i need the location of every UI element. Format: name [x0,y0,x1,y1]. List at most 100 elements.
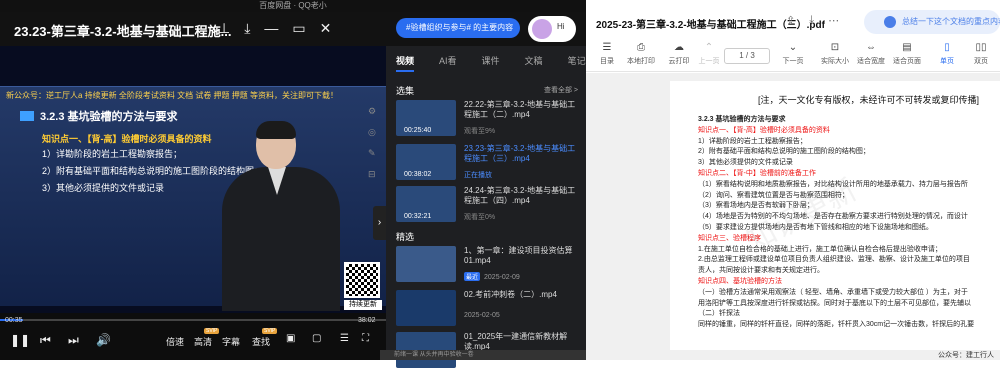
fit-page-button[interactable]: ▤ 适合页面 [890,42,924,66]
slide-point: 知识点一、【背-高】验槽时必须具备的资料 [42,134,212,144]
search-button[interactable]: 查找 [252,335,270,348]
actual-size-button[interactable]: ⊡ 实际大小 [818,42,852,66]
featured-item[interactable]: 02.考前冲刺卷（二）.mp4 2025-02-05 [396,290,582,332]
pdf-line: 用洛阳铲等工具按深度进行钎探或钻探。同时对于基底以下的土层不可见部位，要先辅以 [698,299,971,307]
svip-badge: SVIP [262,328,278,334]
pdf-line: 知识点一、【背-高】验槽时必须具备的资料 [698,126,830,134]
subtitle-button[interactable]: 字幕 [222,335,240,348]
pdf-line: 3.2.3 基坑验槽的方法与要求 [698,116,786,123]
tab-notes[interactable]: 笔记 [568,54,586,72]
window-icon[interactable]: ▭ [292,20,305,37]
download-icon[interactable]: ⤓ [809,14,814,27]
ai-avatar-icon [532,19,552,39]
pdf-ai-summary-pill[interactable]: 总结一下这个文档的重点内容 [864,10,1000,34]
slide-line: 1）详勘阶段的岩土工程勘察报告； [42,149,183,159]
featured-date-row: 最近 2025-02-09 [464,272,520,281]
featured-date: 2025-02-05 [464,312,500,319]
print-button[interactable]: ⎙ 本地打印 [624,42,658,66]
ai-topic-pill[interactable]: #验槽组织与参与# 的主要内容 [396,18,520,38]
pdf-ai-summary-text: 总结一下这个文档的重点内容 [902,17,1000,26]
qr-label: 持续更新 [344,300,382,310]
cloud-print-icon: ☁ [674,42,684,53]
episode-title: 23.23-第三章-3.2-地基与基础工程施工（三）.mp4 [464,144,576,163]
tab-transcript[interactable]: 文稿 [525,54,543,72]
pdf-line: 1.在施工单位自检合格的基础上进行，施工单位确认自检合格后提出验收申请； [698,245,942,253]
pdf-toolbar: ☰ 目录 ⎙ 本地打印 ☁ 云打印 ⌃ 上一页 1 / 3 ⌄ 下一页 ⊡ 实际大小 ⇔ 适合… [586,40,1000,72]
list-icon[interactable]: ☰ [340,333,349,344]
time-total: 38:02 [358,317,376,324]
episode-status: 正在播放 [464,172,492,179]
tab-courseware[interactable]: 课件 [482,54,500,72]
prev-page-button[interactable]: ⌃ 上一页 [692,42,726,66]
episode-duration: 00:32:21 [404,213,432,220]
progress-bar[interactable] [0,319,386,321]
tab-video[interactable]: 视频 [396,54,415,72]
see-all-link[interactable]: 查看全部 > [544,85,578,95]
toc-button[interactable]: ☰ 目录 [590,42,624,66]
download-icon[interactable]: ⤓ [244,20,250,37]
ai-assistant-button[interactable]: Hi [528,16,576,42]
print-icon: ⎙ [637,42,645,53]
qr-code [344,262,380,298]
episode-status: 观看至0% [464,214,496,221]
share-icon[interactable]: ⇪ [786,14,795,27]
featured-title-text: 1、第一章：建设项目投资估算01.mp4 [464,246,573,265]
prev-icon[interactable]: ⏮ [40,333,51,348]
ai-icon [884,16,896,28]
video-frame[interactable]: 新公众号：逆工厅人a 持续更新 全阶段考试资料 文档 试卷 押题 押题 等资料，… [0,46,386,313]
pip-icon[interactable]: ▣ [286,333,295,344]
more-icon[interactable]: ⋯ [828,14,839,27]
close-icon[interactable]: ✕ [320,20,332,37]
episode-item-current[interactable]: 00:38:02 23.23-第三章-3.2-地基与基础工程施工（三）.mp4 … [396,144,582,186]
cloud-print-button[interactable]: ☁ 云打印 [662,42,696,66]
featured-date: 2025-02-09 [484,274,520,281]
pause-icon[interactable]: ❚❚ [10,333,30,347]
collapse-icon[interactable]: ⊟ [368,169,376,180]
double-page-button[interactable]: ▯▯ 双页 [964,42,998,66]
pdf-line: 知识点三、验槽程序 [698,234,761,242]
screen-icon[interactable]: ▢ [312,333,321,344]
pdf-page-area[interactable]: 3.2.3 基坑验槽的方法与要求 知识点一、【背-高】验槽时必须具备的资料 1）详勘… [586,73,1000,360]
note-icon[interactable]: ✎ [368,148,376,159]
featured-thumbnail [396,246,456,282]
featured-title-text: 01_2025年一建通信新教材解读.mp4 [464,332,568,351]
episode-status: 观看至9% [464,128,496,135]
title-icons: ⊥ ⤓ — ▭ ✕ [218,20,331,37]
episode-duration: 00:38:02 [404,171,432,178]
single-page-button[interactable]: ▯ 单页 [930,42,964,66]
next-page-button[interactable]: ⌄ 下一页 [776,42,810,66]
heading-marker-icon [20,111,34,121]
episode-thumbnail: 00:32:21 [396,186,456,222]
pdf-line: 2）附有基础平面和结构总说明的施工图阶段的结构图； [698,148,870,156]
page-indicator[interactable]: 1 / 3 [724,48,770,64]
pdf-line: 责人，共同按设计要求和有关规定进行。 [698,267,824,275]
app-top-bar: 百度网盘 · QQ老小 [0,0,586,12]
player-title-bar: 23.23-第三章-3.2-地基与基础工程施... ⊥ ⤓ — ▭ ✕ #验槽组… [0,12,586,46]
featured-title: 精选 [396,232,415,242]
copyright-notice: [注，天一文化专有版权，未经许可不可转发或复印传播] [758,95,980,105]
pdf-viewer-window: 2025-23-第三章-3.2-地基与基础工程施工（三）.pdf 总结一下这个文… [586,0,1000,360]
fullscreen-icon[interactable]: ⛶ [362,333,369,344]
minimize-icon[interactable]: — [264,20,278,37]
pdf-footer: 公众号：建工行人 [586,350,1000,360]
featured-title-text: 02.考前冲刺卷（二）.mp4 [464,290,557,299]
time-current: 00:35 [5,317,23,324]
arrow-up-icon: ⌃ [704,42,714,53]
settings-icon[interactable]: ⚙ [368,106,376,117]
episode-thumbnail: 00:25:40 [396,100,456,136]
pdf-line: 知识点四、基坑验槽的方法 [698,277,782,285]
episode-title: 24.24-第三章-3.2-地基与基础工程施工（四）.mp4 [464,186,576,205]
next-icon[interactable]: ⏭ [68,333,79,348]
pin-icon[interactable]: ⊥ [218,20,230,37]
speed-button[interactable]: 倍速 [166,335,184,348]
tab-ai[interactable]: AI看 [439,54,457,72]
quality-button[interactable]: 高清 [194,335,212,348]
episode-thumbnail: 00:38:02 [396,144,456,180]
episode-item[interactable]: 00:32:21 24.24-第三章-3.2-地基与基础工程施工（四）.mp4 … [396,186,582,228]
screenshot-icon[interactable]: ◎ [368,127,376,138]
expand-panel-button[interactable]: › [373,206,386,240]
episode-item[interactable]: 00:25:40 22.22-第三章-3.2-地基与基础工程施工（二）.mp4 … [396,100,582,142]
volume-icon[interactable]: 🔊 [96,333,111,347]
fit-width-button[interactable]: ⇔ 适合宽度 [854,42,888,66]
featured-item[interactable]: 1、第一章：建设项目投资估算01.mp4 最近 2025-02-09 [396,246,582,288]
